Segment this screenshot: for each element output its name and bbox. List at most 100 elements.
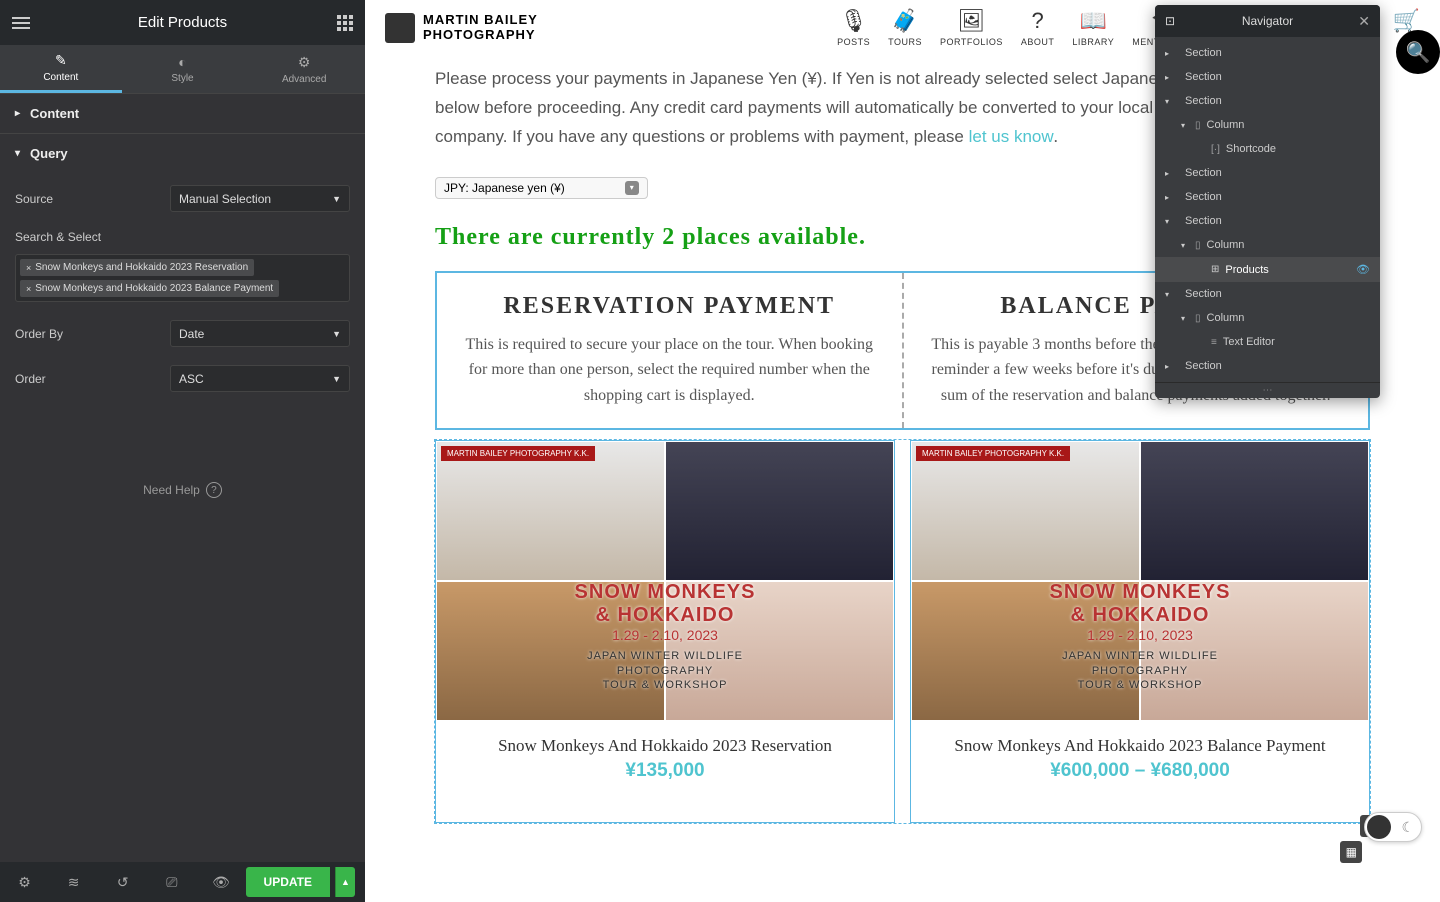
nav-item-posts[interactable]: 🎙POSTS [837,8,870,47]
tree-arrow-icon: ▾ [1181,241,1189,250]
navigator-collapse-icon[interactable]: ⊡ [1165,14,1175,28]
order-select[interactable]: ASC▼ [170,365,350,392]
tab-content[interactable]: ✎Content [0,45,122,93]
contact-link[interactable]: let us know [969,127,1054,146]
tree-item[interactable]: ▸Section [1155,185,1380,209]
remove-tag-icon[interactable]: × [26,284,31,294]
tree-type-icon: ▯ [1195,313,1201,324]
settings-icon[interactable]: ⚙ [0,874,49,891]
tree-item[interactable]: ▾▯Column [1155,113,1380,137]
dropdown-icon: ▾ [625,181,639,195]
tree-arrow-icon: ▸ [1165,73,1173,82]
product-badge: MARTIN BAILEY PHOTOGRAPHY K.K. [916,446,1070,461]
nav-icon: 📖 [1080,8,1107,34]
moon-icon: ☾ [1401,819,1414,836]
product-image: MARTIN BAILEY PHOTOGRAPHY K.K. SNOW MONK… [436,441,894,721]
product-card[interactable]: MARTIN BAILEY PHOTOGRAPHY K.K. SNOW MONK… [910,440,1370,823]
tree-arrow-icon: ▸ [1165,169,1173,178]
editor-panel: Edit Products ✎Content ◐Style ⚙Advanced … [0,0,365,902]
product-card[interactable]: MARTIN BAILEY PHOTOGRAPHY K.K. SNOW MONK… [435,440,895,823]
widgets-icon[interactable] [337,15,353,31]
currency-select[interactable]: JPY: Japanese yen (¥)▾ [435,177,648,199]
orderby-select[interactable]: Date▼ [170,320,350,347]
product-title: Snow Monkeys And Hokkaido 2023 Reservati… [436,736,894,756]
products-section: ▦ MARTIN BAILEY PHOTOGRAPHY K.K. SNOW MO… [435,440,1370,823]
nav-item-portfolios[interactable]: 🖼PORTFOLIOS [940,8,1003,47]
tree-item[interactable]: ≡Text Editor [1155,330,1380,354]
accordion-query-head[interactable]: ▾Query [0,134,365,173]
menu-icon[interactable] [12,17,30,29]
source-select[interactable]: Manual Selection▼ [170,185,350,212]
tree-item[interactable]: ⊞Products👁 [1155,257,1380,282]
order-label: Order [15,372,170,386]
tree-arrow-icon: ▸ [1165,193,1173,202]
orderby-label: Order By [15,327,170,341]
responsive-icon[interactable]: ⎚ [147,874,196,891]
preview-icon[interactable]: 👁 [196,874,245,891]
source-label: Source [15,192,170,206]
tab-advanced[interactable]: ⚙Advanced [243,45,365,93]
accordion-query: ▾Query Source Manual Selection▼ Search &… [0,133,365,422]
tree-item[interactable]: ▾Section [1155,89,1380,113]
tree-arrow-icon: ▸ [1165,362,1173,371]
nav-icon: 🎙 [840,8,868,34]
chevron-down-icon: ▼ [332,374,341,384]
update-button[interactable]: UPDATE [246,867,330,897]
nav-item-library[interactable]: 📖LIBRARY [1072,8,1114,47]
pencil-icon: ✎ [55,52,67,69]
close-icon[interactable]: ✕ [1358,13,1370,30]
tree-item[interactable]: ▾Section [1155,282,1380,306]
gear-icon: ⚙ [298,54,311,71]
need-help-link[interactable]: Need Help? [0,482,365,498]
search-icon[interactable]: 🔍 [1396,30,1440,74]
tab-style[interactable]: ◐Style [122,45,244,93]
search-select-label: Search & Select [15,230,350,244]
reservation-title: RESERVATION PAYMENT [457,293,882,320]
nav-icon: ? [1031,8,1043,34]
editor-title: Edit Products [138,14,227,31]
tree-item[interactable]: ▾Section [1155,209,1380,233]
product-price: ¥135,000 [436,760,894,782]
add-section-button[interactable]: ▦ [1340,841,1362,863]
search-select-input[interactable]: ×Snow Monkeys and Hokkaido 2023 Reservat… [15,254,350,302]
navigator-title: Navigator [1242,14,1293,28]
help-icon: ? [206,482,222,498]
navigator-icon[interactable]: ≋ [49,874,98,891]
product-price: ¥600,000 – ¥680,000 [911,760,1369,782]
dark-mode-toggle[interactable]: ☾ [1364,812,1422,842]
chevron-down-icon: ▼ [332,194,341,204]
accordion-content[interactable]: ▸Content [0,93,365,133]
remove-tag-icon[interactable]: × [26,263,31,273]
history-icon[interactable]: ↺ [98,874,147,891]
editor-header: Edit Products [0,0,365,45]
tree-arrow-icon: ▾ [1181,121,1189,130]
tree-item[interactable]: [·]Shortcode [1155,137,1380,161]
caret-down-icon: ▾ [15,148,20,159]
tree-type-icon: ⊞ [1211,264,1219,275]
tree-item[interactable]: ▾▯Column [1155,233,1380,257]
tag-item: ×Snow Monkeys and Hokkaido 2023 Balance … [20,280,279,297]
update-dropdown[interactable]: ▲ [335,867,355,897]
tree-type-icon: ▯ [1195,120,1201,131]
site-logo[interactable]: MARTIN BAILEYPHOTOGRAPHY [385,13,538,43]
navigator-panel: ⊡ Navigator ✕ ▸Section▸Section▾Section▾▯… [1155,5,1380,398]
tag-item: ×Snow Monkeys and Hokkaido 2023 Reservat… [20,259,254,276]
navigator-header[interactable]: ⊡ Navigator ✕ [1155,5,1380,37]
product-image: MARTIN BAILEY PHOTOGRAPHY K.K. SNOW MONK… [911,441,1369,721]
editor-tabs: ✎Content ◐Style ⚙Advanced [0,45,365,93]
tree-item[interactable]: ▸Section [1155,354,1380,378]
navigator-resize-handle[interactable]: ⋯ [1155,382,1380,398]
nav-icon: 🖼 [957,8,985,34]
reservation-desc: This is required to secure your place on… [457,332,882,409]
nav-item-about[interactable]: ?ABOUT [1021,8,1055,47]
tree-item[interactable]: ▸Section [1155,41,1380,65]
chevron-down-icon: ▼ [332,329,341,339]
tree-item[interactable]: ▸Section [1155,65,1380,89]
tree-item[interactable]: ▾▯Column [1155,306,1380,330]
editor-footer: ⚙ ≋ ↺ ⎚ 👁 UPDATE ▲ [0,862,365,902]
visibility-icon[interactable]: 👁 [1356,263,1370,276]
tree-type-icon: [·] [1211,144,1220,155]
tree-arrow-icon: ▾ [1165,97,1173,106]
tree-item[interactable]: ▸Section [1155,161,1380,185]
nav-item-tours[interactable]: 🧳TOURS [888,8,922,47]
